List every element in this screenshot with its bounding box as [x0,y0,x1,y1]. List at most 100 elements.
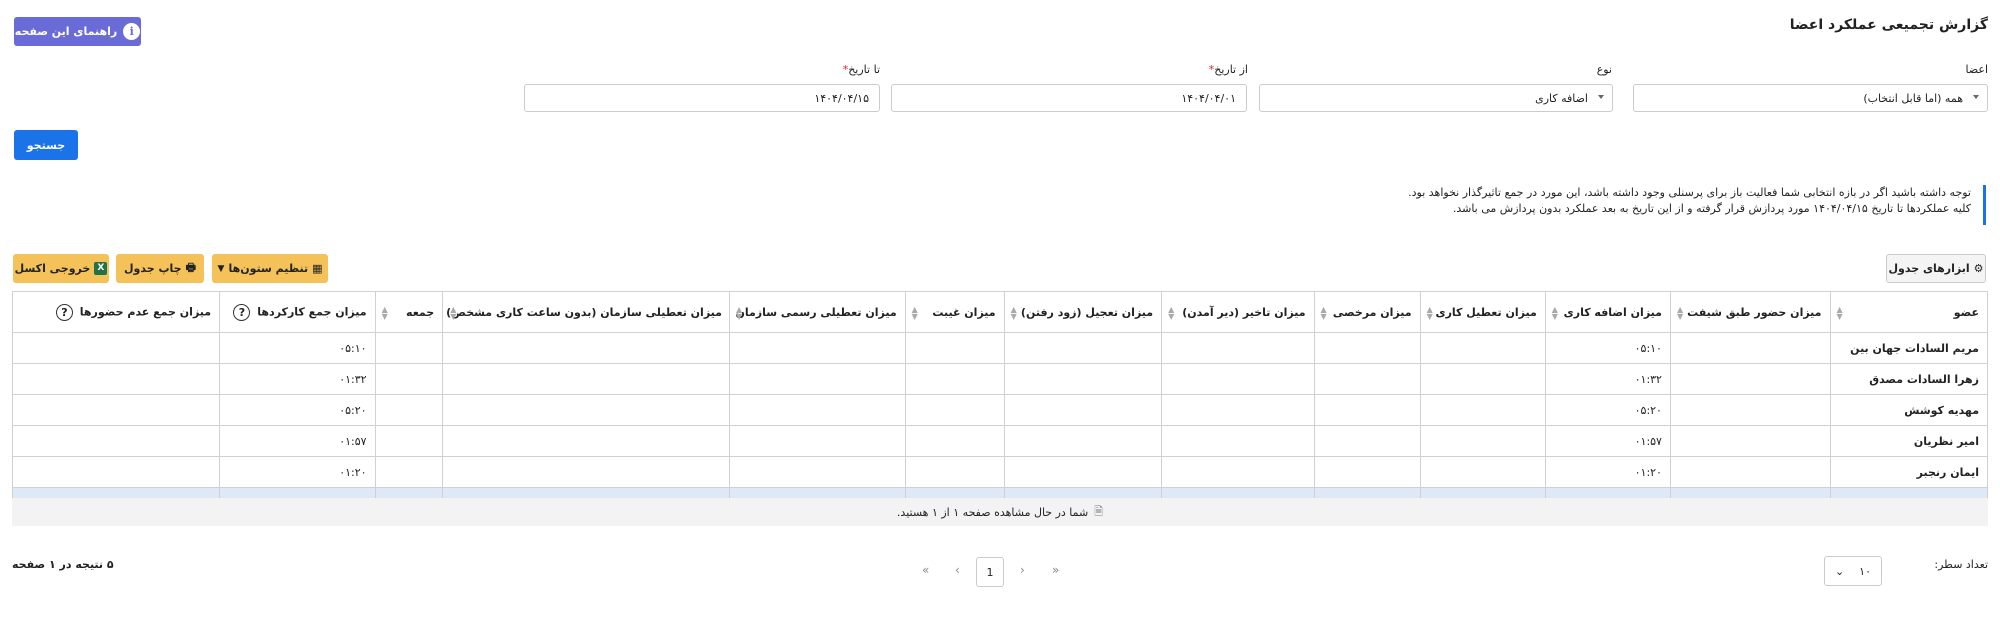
printer-icon: 🖶 [185,261,196,274]
rows-per-page-label: تعداد سطر: [1934,558,1988,571]
table-cell [1313,394,1421,426]
table-cell [1669,394,1831,426]
column-header[interactable]: میزان حضور طبق شیفت ▲ ▼ [1669,291,1831,333]
table-cell [1161,363,1315,395]
last-page-button[interactable]: » [922,563,929,577]
table-cell [1669,425,1831,457]
table-cell [1313,425,1421,457]
pagination-info: 🗎 شما در حال مشاهده صفحه ۱ از ۱ هستید. [12,498,1988,526]
column-header[interactable]: میزان تعطیلی سازمان (بدون ساعت کاری مشخص… [442,291,730,333]
member-name-cell: مهدیه کوشش [1829,394,1988,426]
next-page-button[interactable]: › [955,563,960,577]
table-cell [11,363,221,395]
table-cell [728,363,906,395]
page-help-label: راهنمای این صفحه [14,25,118,38]
to-date-input[interactable]: ۱۴۰۴/۰۴/۱۵ [524,84,880,112]
table-row: امیر نظریان ۰۱:۵۷ ۰۱:۵۷ [11,425,1988,457]
type-select[interactable]: اضافه کاری [1259,84,1613,112]
member-name-cell: امیر نظریان [1829,425,1988,457]
prev-page-button[interactable]: ‹ [1020,563,1025,577]
column-header[interactable]: میزان تعجیل (زود رفتن) ▲ ▼ [1003,291,1163,333]
table-cell [1003,394,1163,426]
table-cell [442,394,730,426]
table-cell [442,363,730,395]
table-cell [1419,394,1546,426]
sort-icon: ▲ ▼ [1010,305,1017,321]
column-header[interactable]: میزان تعطیلی رسمی سازمان ▲ ▼ [728,291,906,333]
column-header[interactable]: میزان اضافه کاری ▲ ▼ [1544,291,1671,333]
members-select[interactable]: همه (اما قابل انتخاب) [1633,84,1988,112]
table-row: مهدیه کوشش ۰۵:۲۰ ۰۵:۲۰ [11,394,1988,426]
table-cell [1313,456,1421,488]
from-date-label: از تاریخ* [1208,63,1248,76]
table-cell [1003,332,1163,364]
excel-export-button[interactable]: X خروجی اکسل [13,254,109,283]
column-header[interactable]: میزان مرخصی ▲ ▼ [1313,291,1421,333]
table-row: مریم السادات جهان بین ۰۵:۱۰ ۰۵:۱۰ [11,332,1988,364]
table-cell [1669,332,1831,364]
table-cell [1669,456,1831,488]
table-row: ایمان رنجبر ۰۱:۲۰ ۰۱:۲۰ [11,456,1988,488]
table-cell: ۰۱:۲۰ [1544,456,1671,488]
column-header[interactable]: جمعه ▲ ▼ [374,291,444,333]
help-icon: ? [55,303,73,321]
table-cell [1313,363,1421,395]
column-header[interactable]: میزان غیبت ▲ ▼ [904,291,1005,333]
table-cell [904,332,1005,364]
first-page-button[interactable]: « [1052,563,1059,577]
table-cell [442,332,730,364]
table-cell: ۰۵:۱۰ [1544,332,1671,364]
column-header[interactable]: میزان جمع عدم حضورها ? [11,291,221,333]
table-cell: ۰۱:۵۷ [1544,425,1671,457]
notice-box: توجه داشته باشید اگر در بازه انتخابی شما… [2,185,1986,225]
search-button[interactable]: جستجو [14,130,78,160]
table-cell [1161,332,1315,364]
table-cell [904,425,1005,457]
sort-icon: ▲ ▼ [1551,305,1558,321]
table-cell: ۰۵:۲۰ [219,394,376,426]
members-label: اعضا [1965,63,1988,76]
table-cell [374,363,444,395]
document-icon: 🗎 [1094,504,1104,518]
print-table-button[interactable]: 🖶 چاپ جدول [116,254,204,283]
sort-icon: ▲ ▼ [1168,305,1175,321]
member-name-cell: زهرا السادات مصدق [1829,363,1988,395]
sort-icon: ▲ ▼ [911,305,918,321]
table-cell: ۰۱:۳۲ [219,363,376,395]
rows-per-page-select[interactable]: ۱۰ ⌄ [1824,556,1882,586]
table-cell [11,394,221,426]
page-title: گزارش تجمیعی عملکرد اعضا [1789,17,1988,33]
table-cell [11,425,221,457]
table-cell [442,425,730,457]
results-count: ۵ نتیجه در ۱ صفحه [12,558,114,571]
from-date-input[interactable]: ۱۴۰۴/۰۴/۰۱ [891,84,1247,112]
gear-icon: ⚙ [1973,262,1984,275]
sort-icon: ▲ ▼ [735,305,743,321]
type-label: نوع [1596,63,1612,76]
sort-icon: ▲ ▼ [1426,305,1433,321]
column-settings-button[interactable]: ▦ تنظیم ستون‌ها ▼ [212,254,328,283]
help-icon: ? [233,303,251,321]
column-header[interactable]: میزان جمع کارکردها ? [219,291,376,333]
table-cell [1313,332,1421,364]
caret-down-icon [1598,95,1604,99]
sort-icon: ▲ ▼ [1676,305,1684,321]
column-header[interactable]: عضو ▲ ▼ [1829,291,1988,333]
caret-down-icon: ▼ [217,263,225,274]
table-cell: ۰۱:۳۲ [1544,363,1671,395]
chevron-down-icon: ⌄ [1835,564,1845,578]
table-cell [1161,394,1315,426]
table-cell [728,425,906,457]
table-cell [374,456,444,488]
table-tools-button[interactable]: ⚙ ابزارهای جدول [1886,254,1986,283]
page-help-button[interactable]: i راهنمای این صفحه [14,17,141,46]
table-cell [728,394,906,426]
report-table: عضو ▲ ▼ میزان حضور طبق شیفت ▲ ▼ میزان اضافه … [11,291,1988,519]
table-cell [1419,456,1546,488]
column-header[interactable]: میزان تاخیر (دیر آمدن) ▲ ▼ [1161,291,1315,333]
table-cell [1669,363,1831,395]
column-header[interactable]: میزان تعطیل کاری ▲ ▼ [1419,291,1546,333]
table-cell [904,456,1005,488]
current-page-button[interactable]: 1 [976,557,1004,587]
columns-grid-icon: ▦ [312,262,323,275]
